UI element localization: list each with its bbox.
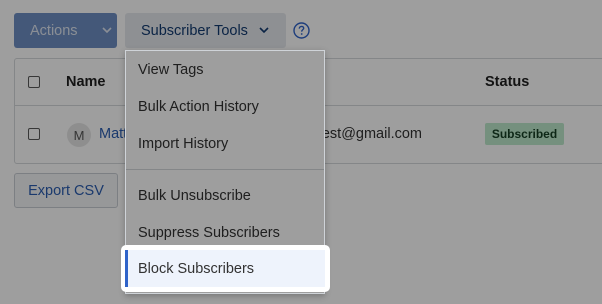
- menu-item-suppress-subscribers[interactable]: Suppress Subscribers: [126, 214, 324, 251]
- menu-item-bulk-unsubscribe[interactable]: Bulk Unsubscribe: [126, 177, 324, 214]
- menu-item-import-history[interactable]: Import History: [126, 125, 324, 162]
- highlight-frame: Block Subscribers: [123, 247, 328, 290]
- menu-item-block-subscribers[interactable]: Block Subscribers: [125, 250, 325, 287]
- menu-divider: [126, 169, 324, 170]
- menu-item-view-tags[interactable]: View Tags: [126, 51, 324, 88]
- menu-item-bulk-action-history[interactable]: Bulk Action History: [126, 88, 324, 125]
